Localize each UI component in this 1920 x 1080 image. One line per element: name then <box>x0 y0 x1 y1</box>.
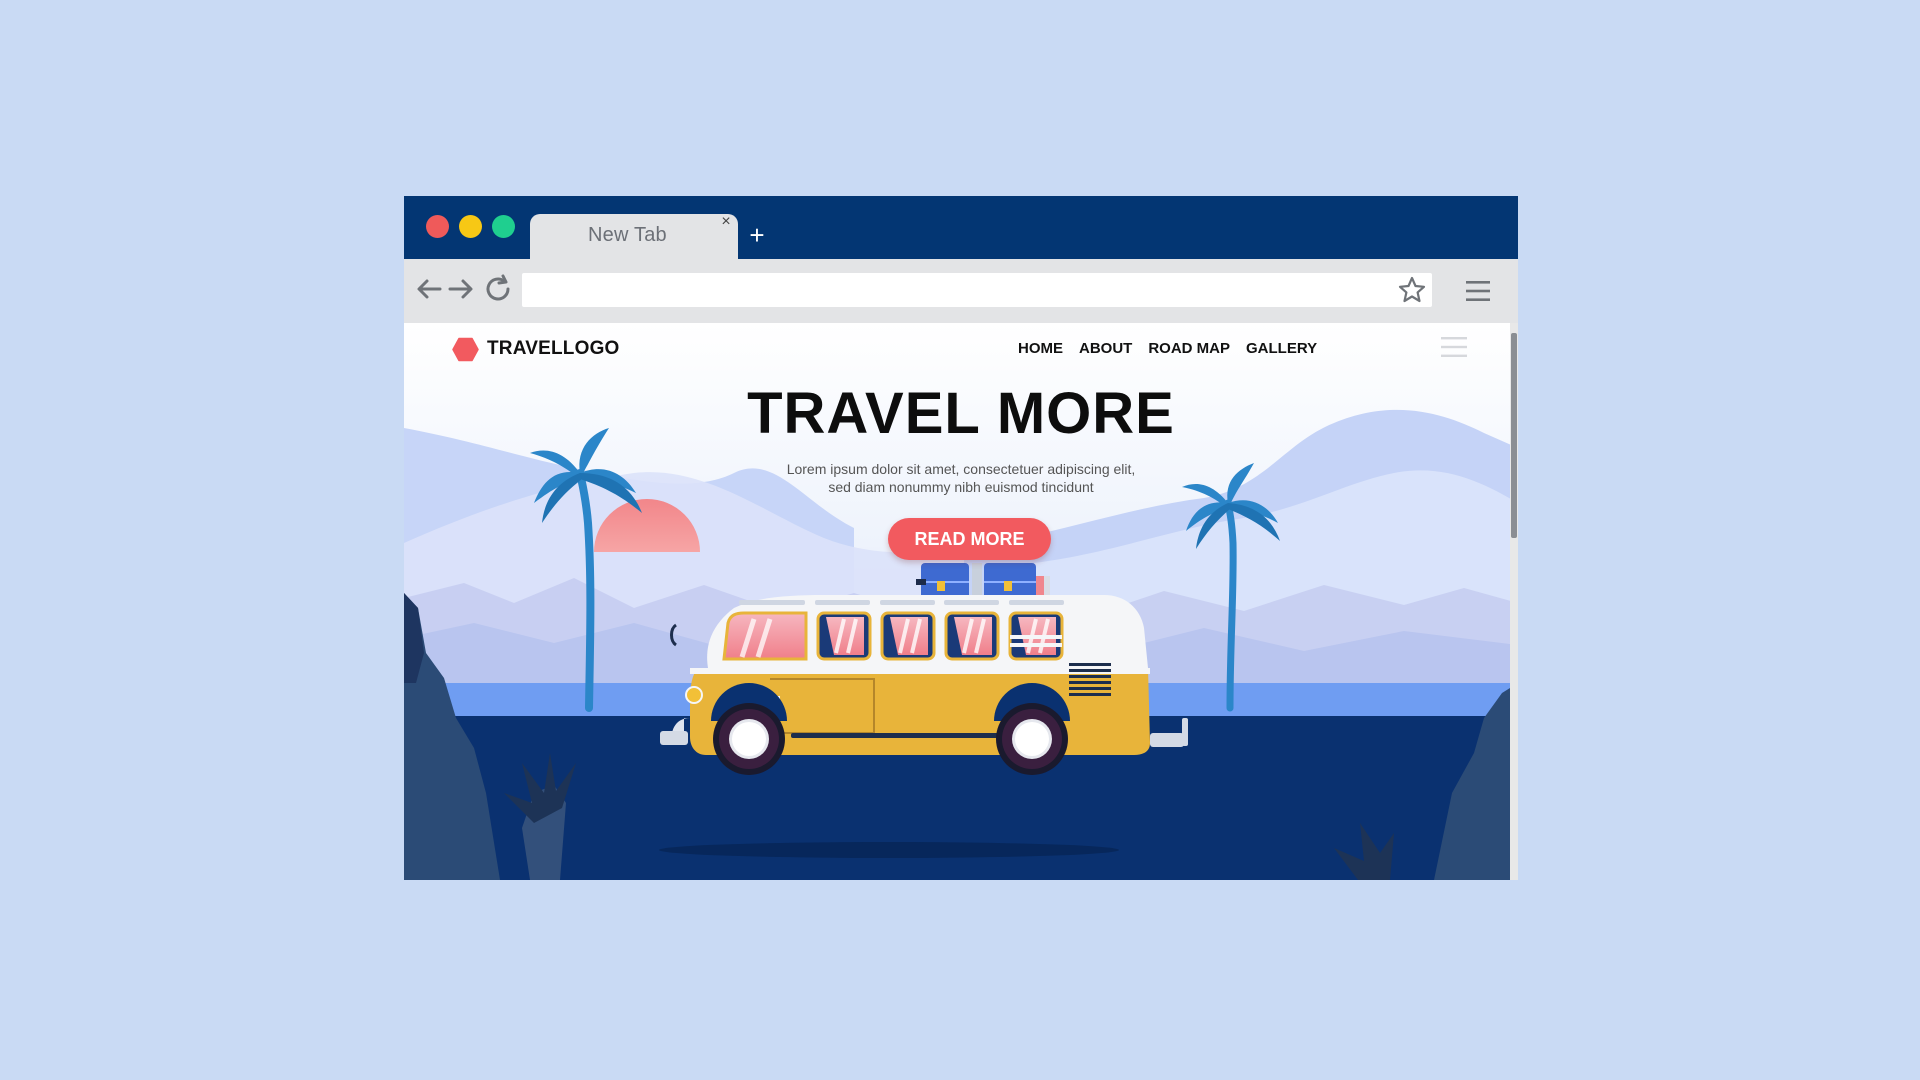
minimize-window-button[interactable] <box>459 215 482 238</box>
tab-new-tab[interactable]: New Tab × <box>530 214 738 259</box>
hero-subtitle-line-1: Lorem ipsum dolor sit amet, consectetuer… <box>786 461 1136 477</box>
page-scrollbar[interactable] <box>1510 323 1518 880</box>
tab-title: New Tab <box>588 224 667 246</box>
hero-subtitle-line-2: sed diam nonummy nibh euismod tincidunt <box>828 479 1094 495</box>
nav-link-about[interactable]: ABOUT <box>1079 340 1132 357</box>
address-bar[interactable] <box>522 273 1432 307</box>
nav-link-road-map[interactable]: ROAD MAP <box>1148 340 1230 357</box>
browser-toolbar <box>404 259 1518 323</box>
scrollbar-thumb[interactable] <box>1511 333 1517 538</box>
nav-link-gallery[interactable]: GALLERY <box>1246 340 1317 357</box>
maximize-window-button[interactable] <box>492 215 515 238</box>
logo-hexagon-icon <box>452 337 479 361</box>
reload-icon[interactable] <box>484 271 514 307</box>
tab-close-button[interactable]: × <box>718 214 734 230</box>
new-tab-button[interactable]: + <box>746 222 768 248</box>
site-menu-icon[interactable] <box>1440 335 1468 359</box>
back-arrow-icon[interactable] <box>414 271 444 307</box>
close-window-button[interactable] <box>426 215 449 238</box>
forward-arrow-icon[interactable] <box>446 271 476 307</box>
hero-headline: TRAVEL MORE <box>747 381 1175 446</box>
nav-link-home[interactable]: HOME <box>1018 340 1063 357</box>
site-logo[interactable]: TRAVELLOGO <box>452 333 620 365</box>
logo-text: TRAVELLOGO <box>487 338 620 359</box>
web-page: TRAVELLOGO HOME ABOUT ROAD MAP GALLERY T… <box>404 323 1518 880</box>
site-navigation: HOME ABOUT ROAD MAP GALLERY <box>1018 340 1317 357</box>
browser-window: New Tab × + TRAVELLOGO HOME ABOUT ROAD M… <box>404 196 1518 880</box>
browser-menu-icon[interactable] <box>1465 279 1491 303</box>
read-more-button[interactable]: READ MORE <box>888 518 1051 560</box>
browser-titlebar: New Tab × + <box>404 196 1518 259</box>
bookmark-star-icon[interactable] <box>1397 275 1427 305</box>
